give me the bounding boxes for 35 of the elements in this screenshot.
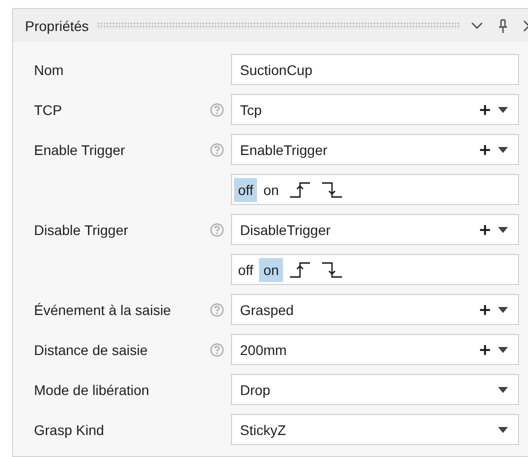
pin-icon[interactable] bbox=[498, 18, 508, 32]
property-label: Nom bbox=[34, 62, 65, 78]
property-label: Enable Trigger bbox=[34, 142, 126, 158]
caret-down-icon[interactable] bbox=[498, 346, 508, 352]
panel-title: Propriétés bbox=[25, 18, 89, 34]
chevron-down-icon[interactable] bbox=[471, 22, 483, 30]
plus-icon[interactable] bbox=[479, 344, 491, 356]
caret-down-icon[interactable] bbox=[498, 386, 508, 392]
dropdown-field[interactable]: EnableTrigger bbox=[231, 134, 519, 165]
property-label: Événement à la saisie bbox=[34, 302, 172, 318]
mode-option[interactable]: off bbox=[234, 178, 258, 202]
plus-icon[interactable] bbox=[479, 144, 491, 156]
mode-option[interactable]: off bbox=[234, 258, 258, 282]
dropdown-field[interactable]: 200mm bbox=[231, 334, 519, 365]
caret-down-icon[interactable] bbox=[498, 426, 508, 432]
plus-icon[interactable] bbox=[479, 104, 491, 116]
property-label: Grasp Kind bbox=[34, 422, 106, 438]
mode-option[interactable]: on bbox=[259, 178, 283, 202]
caret-down-icon[interactable] bbox=[498, 306, 508, 312]
caret-down-icon[interactable] bbox=[498, 226, 508, 232]
property-label: Mode de libération bbox=[34, 382, 150, 398]
dropdown-field[interactable]: DisableTrigger bbox=[231, 214, 519, 245]
property-label: Disable Trigger bbox=[34, 222, 130, 238]
property-label: TCP bbox=[34, 102, 63, 118]
plus-icon[interactable] bbox=[479, 224, 491, 236]
plus-icon[interactable] bbox=[479, 304, 491, 316]
dropdown-field[interactable]: Grasped bbox=[231, 294, 519, 325]
dropdown-field[interactable]: StickyZ bbox=[231, 414, 519, 445]
caret-down-icon[interactable] bbox=[498, 146, 508, 152]
dropdown-field[interactable]: Tcp bbox=[231, 94, 519, 125]
dropdown-field[interactable]: Drop bbox=[231, 374, 519, 405]
property-label: Distance de saisie bbox=[34, 342, 149, 358]
mode-option[interactable]: on bbox=[259, 258, 283, 282]
input-field[interactable]: SuctionCup bbox=[231, 54, 519, 85]
caret-down-icon[interactable] bbox=[498, 106, 508, 112]
